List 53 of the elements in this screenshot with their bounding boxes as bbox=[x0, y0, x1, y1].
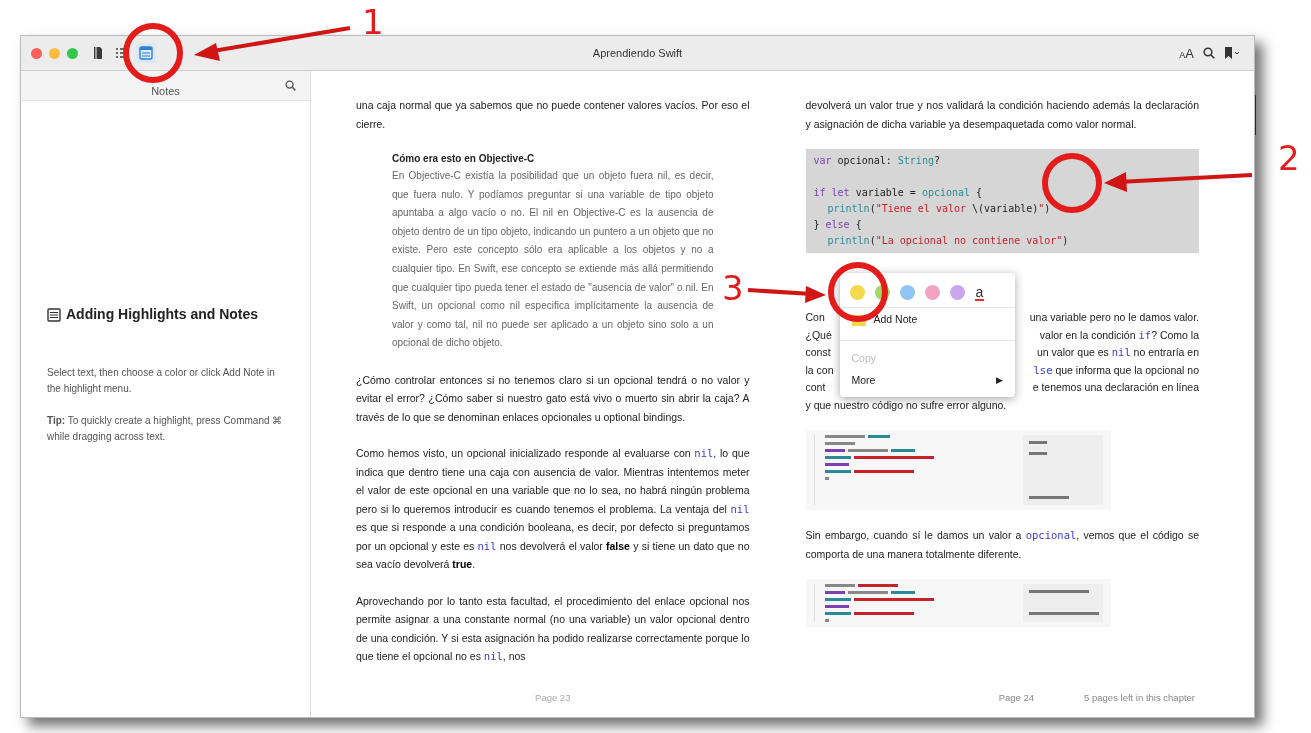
paragraph: ¿Cómo controlar entonces si no tenemos claro si un opcional tendrá o no valor y evitar el error? ¿Cómo saber si nuestro gato está vivo o muerto sin abrir la caja? A través de lo que se denominan enlaces opcionales u optional bindings. bbox=[356, 372, 750, 425]
sidebar-heading: Adding Highlights and Notes bbox=[66, 305, 259, 324]
bookmark-icon[interactable] bbox=[1224, 47, 1240, 59]
annotation-circle bbox=[123, 23, 183, 83]
annotation-number: 3 bbox=[722, 268, 744, 308]
text-fragment: una variable pero no le damos valor. bbox=[1029, 310, 1199, 325]
notes-button[interactable] bbox=[136, 43, 156, 63]
text-fragment: e tenemos una declaración en línea bbox=[1032, 380, 1199, 395]
paragraph: Como hemos visto, un opcional inicializado responde al evaluarse con nil, lo que indica que dentro tiene una caja con ausencia de valor. Mientras intentemos meter el valor de este opcional en una variable que no lo sea, no habrá ningún problema pero si lo queremos introducir es cuando tenemos el problema. La ventaja del nil es que si responde a una condición booleana, es decir, por defecto si preguntamos por un opcional y este es nil nos devolverá el valor false y si tiene un dato que no sea vacío devolverá true. bbox=[356, 446, 750, 573]
text-fragment: ¿Qué bbox=[805, 327, 832, 343]
paragraph: Aprovechando por lo tanto esta facultad, el procedimiento del enlace opcional nos permite asignar a una constante normal (no una variable) un valor opcional dentro de una condición. Y si esta asignación ha podido realizarse correctamente porque lo que tiene el opcional no es nil, nos bbox=[356, 593, 750, 665]
text-fragment: la con bbox=[805, 362, 834, 378]
color-swatch[interactable] bbox=[924, 285, 940, 300]
search-icon[interactable] bbox=[285, 80, 296, 91]
font-size-button[interactable]: AA bbox=[1179, 45, 1194, 61]
paragraph: devolverá un valor true y nos validará la condición haciendo además la declaración y asignación de dicha variable ya desempaquetada como valor normal. bbox=[805, 98, 1199, 132]
code-line: println("Tiene el valor \(variable)") bbox=[826, 202, 1051, 216]
text-fragment: valor en la condición if? Como la bbox=[1039, 327, 1199, 343]
tip-text: Tip: To quickly create a highlight, press Command ⌘ while dragging across text. bbox=[47, 414, 284, 444]
text-fragment: cont bbox=[805, 380, 826, 395]
color-swatch[interactable] bbox=[849, 285, 865, 300]
code-line: if let variable = opcional { bbox=[813, 186, 983, 200]
menu-item[interactable]: More ▶ bbox=[839, 370, 1015, 392]
paragraph: una caja normal que ya sabemos que no puede contener valores vacíos. Por eso el cierre. bbox=[356, 98, 750, 132]
text-fragment: y que nuestro código no sufre error alguno. bbox=[805, 397, 1007, 413]
text-fragment: const bbox=[805, 345, 831, 360]
zoom-button[interactable] bbox=[67, 47, 78, 59]
close-button[interactable] bbox=[31, 47, 42, 59]
code-line: println("La opcional no contiene valor") bbox=[826, 234, 1069, 248]
aside-title: Cómo era esto en Objective-C bbox=[392, 152, 536, 166]
sidebar-title: Notes bbox=[151, 85, 180, 98]
notes-icon bbox=[139, 46, 153, 60]
code-line: var opcional: String? bbox=[813, 154, 940, 168]
window-title: Aprendiendo Swift bbox=[592, 45, 683, 61]
text-fragment: lse que informa que la opcional no bbox=[1033, 362, 1199, 378]
underline-button[interactable]: a bbox=[974, 284, 985, 301]
color-swatch[interactable] bbox=[899, 285, 915, 300]
text-fragment: un valor que es nil no entraría en bbox=[1037, 345, 1199, 360]
page-number: Page 23 bbox=[534, 690, 572, 705]
text-fragment: Con bbox=[805, 310, 825, 325]
book-icon bbox=[92, 46, 104, 60]
sidebar-text: Select text, then choose a color or click Add Note in the highlight menu. bbox=[47, 366, 276, 396]
code-line: } else { bbox=[813, 218, 862, 232]
note-icon bbox=[47, 307, 61, 322]
paragraph: Sin embargo, cuando sí le damos un valor a opcional, vemos que el código se comporta de una manera totalmente diferente. bbox=[805, 528, 1199, 562]
color-swatch[interactable] bbox=[949, 285, 965, 300]
page-number: Page 24 bbox=[998, 690, 1035, 705]
aside-text: En Objective-C existía la posibilidad que un objeto fuera nil, es decir, que fuera nulo. Y podíamos preguntar si una variable de tipo objeto apuntaba a algo vacío o no. El nil en Objective-C es la ausencia de objeto dentro de un tipo objeto, indicando un puntero a un objeto que no existe. Pero este concepto sólo era aplicable a los objetos y no a cualquier tipo. En Swift, ese concepto se extiende más allá permitiendo que cualquier tipo pueda tener el estado de "ausencia de valor" o nil. En Swift, un opcional como nil especifica implícitamente la ausencia de valor y como tal, nil no puede ser aplicado a un objeto sino solo a un opcional de dicho objeto. bbox=[392, 169, 714, 351]
annotation-number: 1 bbox=[362, 2, 384, 42]
pages-left-text: 5 pages left in this chapter bbox=[1084, 690, 1195, 705]
search-icon[interactable] bbox=[1203, 47, 1215, 59]
annotation-number: 2 bbox=[1278, 138, 1300, 178]
annotation-circle bbox=[1042, 153, 1102, 213]
